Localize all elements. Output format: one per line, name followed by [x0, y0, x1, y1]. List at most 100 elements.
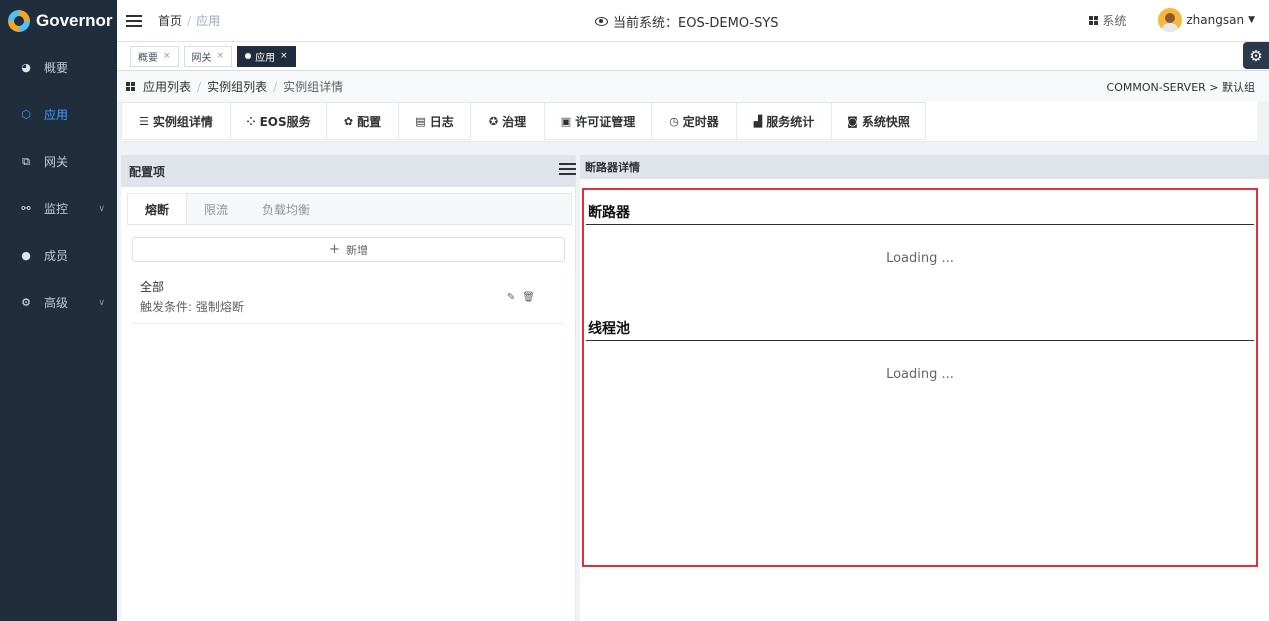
panel-collapse-icon[interactable] [559, 160, 576, 178]
tab-load-balance[interactable]: 负载均衡 [245, 194, 327, 224]
tag-apps[interactable]: 应用 × [237, 45, 296, 67]
section-title-circuit-breaker: 断路器 [586, 190, 1254, 225]
rule-title: 全部 [140, 280, 165, 294]
add-rule-button[interactable]: + 新增 [132, 237, 565, 262]
breadcrumb-current: 应用 [196, 14, 221, 28]
tags-view: 概要 × 网关 × 应用 × ⚙ [117, 42, 1269, 71]
tab-label: 系统快照 [861, 114, 910, 129]
clock-icon: ◷ [669, 114, 679, 128]
tab-instance-group-detail[interactable]: ☰ 实例组详情 [121, 102, 230, 140]
config-panel: 配置项 熔断 限流 负载均衡 + 新增 全部 触发条件: 强制熔断 ✎ 🗑 [121, 155, 576, 621]
trash-icon[interactable]: 🗑 [522, 292, 535, 303]
grid-icon [1089, 15, 1099, 25]
gateway-icon: ⧉ [22, 154, 30, 168]
list-item[interactable]: 全部 触发条件: 强制熔断 ✎ 🗑 [132, 274, 565, 324]
logo[interactable]: Governor [0, 0, 117, 42]
tag-overview[interactable]: 概要 × [130, 45, 179, 67]
tab-circuit-break[interactable]: 熔断 [128, 194, 188, 224]
monitor-icon: ⚯ [21, 202, 31, 215]
close-icon[interactable]: × [163, 51, 171, 61]
tab-license[interactable]: ▣ 许可证管理 [544, 102, 651, 140]
sidebar-item-monitor[interactable]: ⚯ 监控 ∨ [0, 185, 117, 232]
tab-label: 治理 [502, 114, 527, 129]
tag-gateway[interactable]: 网关 × [183, 45, 233, 67]
user-icon: ● [21, 249, 31, 262]
circuit-breaker-detail: 断路器 Loading ... 线程池 Loading ... [582, 188, 1258, 567]
sidebar-item-gateway[interactable]: ⧉ 网关 [0, 138, 117, 185]
sidebar-nav: ◕ 概要 ⬡ 应用 ⧉ 网关 ⚯ 监控 ∨ ● 成员 ⚙ 高级 ∨ [0, 44, 117, 326]
tab-rate-limit[interactable]: 限流 [187, 194, 245, 224]
tab-logs[interactable]: ▤ 日志 [398, 102, 470, 140]
tag-label: 网关 [191, 52, 212, 64]
loading-text: Loading ... [886, 251, 954, 266]
tab-governance[interactable]: ✪ 治理 [470, 102, 544, 140]
sidebar-item-label: 成员 [44, 249, 69, 263]
active-dot-icon [245, 53, 252, 59]
close-icon[interactable]: × [217, 51, 225, 61]
avatar[interactable] [1158, 8, 1183, 32]
sidebar-item-advanced[interactable]: ⚙ 高级 ∨ [0, 279, 117, 326]
tab-label: 定时器 [682, 114, 719, 129]
tab-service-stats[interactable]: ▟ 服务统计 [736, 102, 831, 140]
close-icon[interactable]: × [280, 51, 288, 61]
section-title-thread-pool: 线程池 [586, 306, 1254, 341]
tab-system-snapshot[interactable]: ◙ 系统快照 [831, 102, 926, 140]
tag-label: 应用 [255, 52, 276, 64]
config-panel-title: 配置项 [121, 155, 575, 187]
crumb-instance-group-detail: 实例组详情 [283, 80, 344, 94]
current-system-label: 当前系统：EOS-DEMO-SYS [613, 16, 779, 31]
app-title: Governor [36, 11, 113, 30]
cube-icon: ⬡ [21, 108, 31, 121]
system-button[interactable]: 系统 [1089, 12, 1126, 29]
loading-text: Loading ... [886, 367, 954, 382]
sidebar: Governor ◕ 概要 ⬡ 应用 ⧉ 网关 ⚯ 监控 ∨ ● 成员 ⚙ 高级… [0, 0, 117, 621]
list-icon: ☰ [139, 114, 149, 128]
crumb-instance-group-list[interactable]: 实例组列表 [207, 78, 267, 95]
settings-gear-icon[interactable]: ⚙ [1243, 42, 1269, 69]
governor-logo-icon [8, 10, 30, 32]
sidebar-item-label: 高级 [44, 296, 69, 310]
grid-icon [126, 82, 135, 91]
tab-config[interactable]: ✿ 配置 [326, 102, 398, 140]
rule-description: 触发条件: 强制熔断 [140, 300, 244, 314]
camera-icon: ◙ [847, 114, 858, 128]
tab-label: 实例组详情 [152, 114, 213, 129]
govern-icon: ✪ [488, 114, 499, 128]
tab-label: 日志 [429, 114, 454, 129]
tab-eos-service[interactable]: ⁘ EOS服务 [230, 102, 326, 140]
menu-toggle-icon[interactable] [126, 12, 142, 30]
chevron-down-icon: ∨ [98, 203, 105, 214]
eye-icon [595, 17, 608, 26]
tab-label: EOS服务 [259, 114, 311, 129]
tab-label: 许可证管理 [575, 114, 636, 129]
sidebar-item-members[interactable]: ● 成员 [0, 232, 117, 279]
log-icon: ▤ [415, 114, 426, 128]
top-header: 首页 / 应用 当前系统：EOS-DEMO-SYS 系统 zhangsan ▼ [117, 0, 1269, 42]
sub-breadcrumb: 应用列表 / 实例组列表 / 实例组详情 COMMON-SERVER > 默认组 [117, 71, 1269, 102]
license-icon: ▣ [560, 114, 572, 128]
username[interactable]: zhangsan [1186, 13, 1244, 27]
tab-label: 服务统计 [766, 114, 815, 129]
crumb-app-list[interactable]: 应用列表 [143, 78, 191, 95]
dashboard-icon: ◕ [21, 61, 31, 74]
chevron-down-icon: ∨ [98, 297, 105, 308]
sidebar-item-apps[interactable]: ⬡ 应用 [0, 91, 117, 138]
current-system: 当前系统：EOS-DEMO-SYS [595, 12, 779, 31]
gears-icon: ⚙ [21, 296, 31, 309]
sidebar-item-label: 应用 [44, 108, 69, 122]
circuit-breaker-detail-title: 断路器详情 [580, 155, 1269, 179]
breadcrumb-home[interactable]: 首页 [158, 14, 182, 28]
caret-down-icon[interactable]: ▼ [1248, 15, 1255, 25]
plus-icon: + [329, 242, 340, 257]
system-button-label: 系统 [1102, 13, 1127, 28]
add-rule-label: 新增 [345, 243, 368, 257]
cluster-icon: ⁘ [246, 114, 256, 128]
gear-icon: ✿ [343, 114, 354, 128]
detail-tabs: ☰ 实例组详情 ⁘ EOS服务 ✿ 配置 ▤ 日志 ✪ 治理 ▣ 许可证管理 ◷ 定时器 ▟ 服… [121, 102, 1257, 142]
edit-icon[interactable]: ✎ [507, 292, 515, 303]
tab-timer[interactable]: ◷ 定时器 [651, 102, 736, 140]
config-tabs: 熔断 限流 负载均衡 [128, 194, 571, 225]
sidebar-item-label: 监控 [44, 202, 69, 216]
tab-label: 配置 [357, 114, 382, 129]
sidebar-item-overview[interactable]: ◕ 概要 [0, 44, 117, 91]
